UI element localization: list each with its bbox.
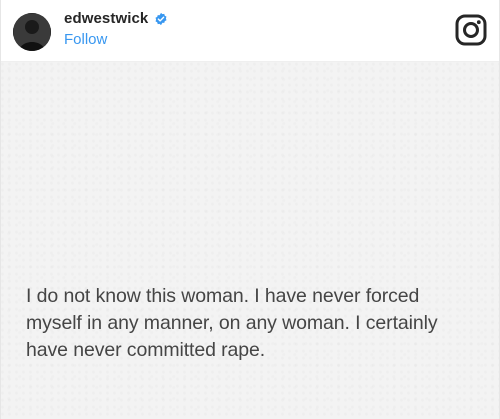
- follow-link[interactable]: Follow: [64, 31, 107, 48]
- username[interactable]: edwestwick: [64, 10, 148, 27]
- statement-text: I do not know this woman. I have never f…: [26, 283, 486, 364]
- avatar[interactable]: [13, 13, 51, 51]
- post-header: edwestwick Follow: [1, 0, 499, 62]
- statement-line: I do not know this woman. I have never f…: [26, 285, 420, 307]
- avatar-image: [13, 13, 51, 51]
- post-image[interactable]: I do not know this woman. I have never f…: [1, 62, 499, 419]
- statement-line: myself in any manner, on any woman. I ce…: [26, 312, 438, 334]
- instagram-embed: edwestwick Follow I do not know this wom…: [0, 0, 500, 419]
- instagram-logo-icon[interactable]: [455, 14, 487, 46]
- statement-line: have never committed rape.: [26, 339, 266, 361]
- username-row: edwestwick: [64, 10, 168, 27]
- verified-badge-icon: [154, 12, 168, 26]
